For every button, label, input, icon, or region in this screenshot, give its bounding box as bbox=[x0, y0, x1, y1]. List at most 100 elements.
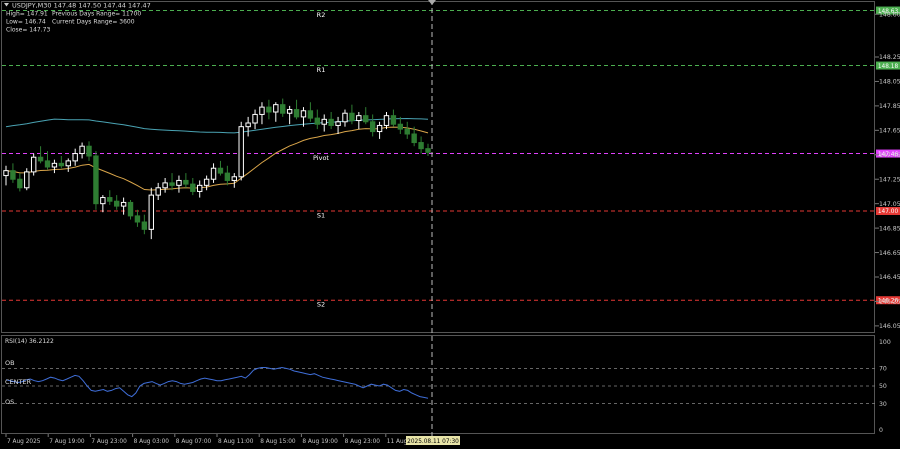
time-tick-label: 7 Aug 19:00 bbox=[49, 439, 85, 445]
rsi-title: RSI(14) 36.2122 bbox=[5, 338, 54, 345]
candle bbox=[30, 153, 37, 176]
candle bbox=[24, 168, 30, 191]
time-tick-label: 11 Aug bbox=[387, 439, 408, 445]
candle-body bbox=[376, 124, 383, 133]
level-price-tag-label: 148.18 bbox=[878, 64, 899, 70]
candle-body bbox=[51, 162, 58, 168]
candle-body bbox=[259, 106, 265, 115]
candle-body bbox=[113, 200, 120, 207]
candle-body bbox=[58, 162, 65, 167]
candle-body bbox=[203, 178, 210, 186]
candle-body bbox=[210, 167, 217, 180]
candle-body bbox=[369, 121, 376, 133]
candle-body bbox=[300, 110, 307, 118]
candle-body bbox=[148, 194, 154, 230]
level-price-tag-label: 147.00 bbox=[878, 209, 899, 215]
candle-body bbox=[425, 148, 431, 153]
candle-body bbox=[404, 128, 410, 135]
candle-body bbox=[197, 184, 203, 192]
candle-body bbox=[10, 170, 16, 180]
candle-body bbox=[342, 112, 348, 123]
candle-body bbox=[245, 122, 251, 128]
candle-body bbox=[390, 115, 397, 125]
candle-body bbox=[266, 106, 272, 113]
candle-body bbox=[356, 115, 362, 122]
level-label-r2: R2 bbox=[317, 11, 326, 19]
price-tick-label: 146.05 bbox=[879, 323, 900, 330]
candle-body bbox=[397, 123, 404, 130]
candle-body bbox=[176, 179, 182, 186]
time-tick-label: 8 Aug 03:00 bbox=[134, 439, 170, 445]
rsi-tick-label: 30 bbox=[879, 401, 887, 408]
candle-body bbox=[190, 183, 196, 192]
candle-body bbox=[107, 197, 113, 202]
level-label-pivot: Pivot bbox=[313, 154, 329, 162]
candle-body bbox=[363, 115, 369, 123]
time-tick-label: 7 Aug 23:00 bbox=[91, 439, 127, 445]
time-tick-label: 8 Aug 15:00 bbox=[260, 439, 296, 445]
info-close: Close= 147.73 bbox=[6, 27, 50, 34]
candle-body bbox=[127, 201, 134, 217]
candle-body bbox=[383, 115, 390, 126]
price-tick-label: 147.65 bbox=[879, 128, 900, 135]
candle-body bbox=[307, 110, 314, 119]
price-tick-label: 147.25 bbox=[879, 176, 900, 183]
level-label-s1: S1 bbox=[317, 212, 325, 220]
candle-body bbox=[93, 155, 99, 205]
candle-body bbox=[141, 221, 148, 230]
candle-body bbox=[17, 178, 23, 189]
price-tick-label: 146.65 bbox=[879, 250, 900, 257]
candle-body bbox=[411, 133, 417, 144]
price-tick-label: 148.05 bbox=[879, 79, 900, 86]
candle-body bbox=[79, 145, 85, 155]
candle-body bbox=[280, 104, 286, 114]
candle-body bbox=[30, 156, 37, 173]
time-tick-label: 7 Aug 2025 bbox=[7, 439, 41, 445]
price-tick-label: 147.45 bbox=[879, 152, 900, 159]
candle-body bbox=[224, 172, 231, 181]
candle-body bbox=[44, 160, 51, 168]
candle-body bbox=[314, 117, 321, 125]
rsi-center-label: CENTER bbox=[5, 378, 32, 386]
candle bbox=[238, 121, 244, 181]
rsi-tick-label: 50 bbox=[879, 383, 887, 390]
candle-body bbox=[321, 118, 327, 125]
candle bbox=[93, 151, 99, 210]
level-label-s2: S2 bbox=[317, 301, 325, 309]
price-tick-label: 146.25 bbox=[879, 299, 900, 306]
candle-body bbox=[273, 104, 279, 113]
candle-body bbox=[134, 215, 141, 223]
trading-chart[interactable]: R2 148.63R1 148.18Pivot 147.46S1 147.00S2 146… bbox=[0, 0, 900, 449]
candle-body bbox=[169, 182, 175, 186]
chart-background bbox=[0, 0, 900, 449]
time-tick-label: 8 Aug 19:00 bbox=[302, 439, 338, 445]
level-label-r1: R1 bbox=[317, 66, 326, 74]
candle-body bbox=[183, 179, 189, 185]
candle-body bbox=[252, 113, 258, 124]
rsi-os-label: OS bbox=[5, 398, 14, 406]
time-tick-label: 8 Aug 23:00 bbox=[345, 439, 381, 445]
time-tick-label: 8 Aug 07:00 bbox=[176, 439, 212, 445]
candle-body bbox=[3, 170, 9, 177]
info-prev-range: Previous Days Range= 11700 bbox=[52, 11, 141, 18]
candle-body bbox=[86, 145, 92, 157]
price-tick-label: 147.05 bbox=[879, 201, 900, 208]
candle-body bbox=[72, 153, 78, 162]
rsi-ob-label: OB bbox=[5, 359, 15, 367]
symbol-quote: USDJPY,M30 147.48 147.50 147.44 147.47 bbox=[12, 2, 151, 10]
candle-body bbox=[24, 171, 30, 189]
candle-body bbox=[328, 118, 334, 126]
price-tick-label: 148.60 bbox=[879, 11, 900, 18]
info-low: Low= 146.74 bbox=[6, 19, 46, 26]
time-tick-label: 8 Aug 11:00 bbox=[218, 439, 254, 445]
candle-body bbox=[293, 109, 300, 118]
candle-body bbox=[65, 160, 71, 167]
cursor-time-label: 2025.08.11 07:30 bbox=[407, 439, 459, 445]
rsi-tick-label: 0 bbox=[879, 427, 883, 434]
rsi-tick-label: 100 bbox=[879, 339, 891, 346]
info-curr-range: Current Days Range= 3600 bbox=[52, 19, 135, 26]
candle-body bbox=[335, 121, 341, 126]
candle-body bbox=[162, 182, 168, 189]
candle-body bbox=[231, 176, 237, 181]
candle-body bbox=[120, 201, 127, 207]
